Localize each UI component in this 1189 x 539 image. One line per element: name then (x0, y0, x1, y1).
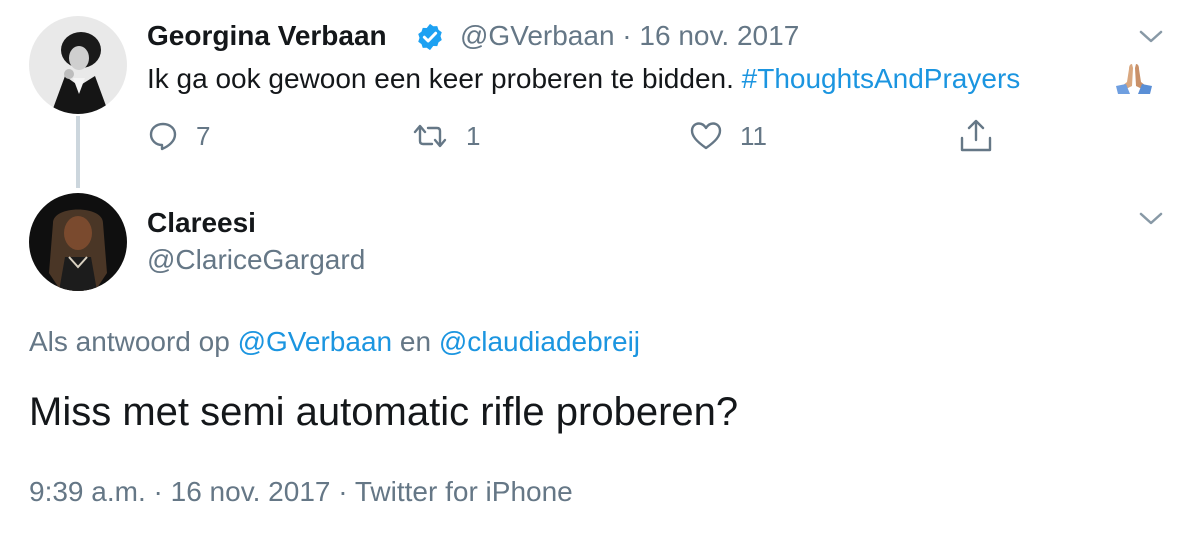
chevron-down-icon[interactable] (1138, 211, 1164, 227)
meta-separator: · (145, 476, 171, 507)
share-icon (960, 119, 992, 152)
like-count: 11 (740, 120, 767, 151)
reply-icon (149, 122, 177, 151)
mention-link[interactable]: @GVerbaan (238, 326, 393, 357)
mention-link[interactable]: @claudiadebreij (439, 326, 640, 357)
reply-prefix: Als antwoord op (29, 326, 238, 357)
share-button[interactable] (958, 117, 994, 155)
tweet-date[interactable]: 16 nov. 2017 (639, 20, 799, 51)
author-name[interactable]: Georgina Verbaan (147, 20, 387, 52)
reply-context: Als antwoord op @GVerbaan en @claudiadeb… (29, 326, 640, 358)
tweet-footer-meta: 9:39 a.m. · 16 nov. 2017 · Twitter for i… (29, 476, 573, 508)
tweet-text: Miss met semi automatic rifle proberen? (29, 390, 739, 434)
meta-separator: · (614, 20, 640, 51)
hashtag-link[interactable]: #ThoughtsAndPrayers (742, 63, 1021, 94)
meta-separator: · (330, 476, 355, 507)
author-name[interactable]: Clareesi (147, 207, 256, 239)
like-button[interactable]: 11 (690, 117, 767, 155)
reply-button[interactable]: 7 (148, 117, 210, 155)
tweet-time: 9:39 a.m. (29, 476, 146, 507)
author-handle[interactable]: @GVerbaan (460, 20, 615, 51)
tweet-date: 16 nov. 2017 (170, 476, 331, 507)
retweet-count: 1 (466, 120, 481, 151)
chevron-down-icon[interactable] (1138, 29, 1164, 45)
reply-count: 7 (196, 120, 211, 151)
avatar[interactable] (29, 193, 127, 291)
tweet-body: Ik ga ook gewoon een keer proberen te bi… (147, 63, 742, 94)
author-handle[interactable]: @ClariceGargard (147, 244, 365, 276)
heart-icon (690, 122, 722, 150)
thread-line (76, 116, 80, 188)
retweet-icon (413, 124, 447, 148)
folded-hands-emoji (1116, 64, 1152, 94)
reply-and: en (392, 326, 439, 357)
tweet-text: Ik ga ook gewoon een keer proberen te bi… (147, 63, 1020, 95)
tweet-meta: @GVerbaan · 16 nov. 2017 (460, 20, 799, 52)
retweet-button[interactable]: 1 (412, 117, 480, 155)
verified-badge-icon (418, 23, 442, 51)
avatar[interactable] (29, 16, 127, 114)
tweet-source: Twitter for iPhone (354, 476, 573, 507)
